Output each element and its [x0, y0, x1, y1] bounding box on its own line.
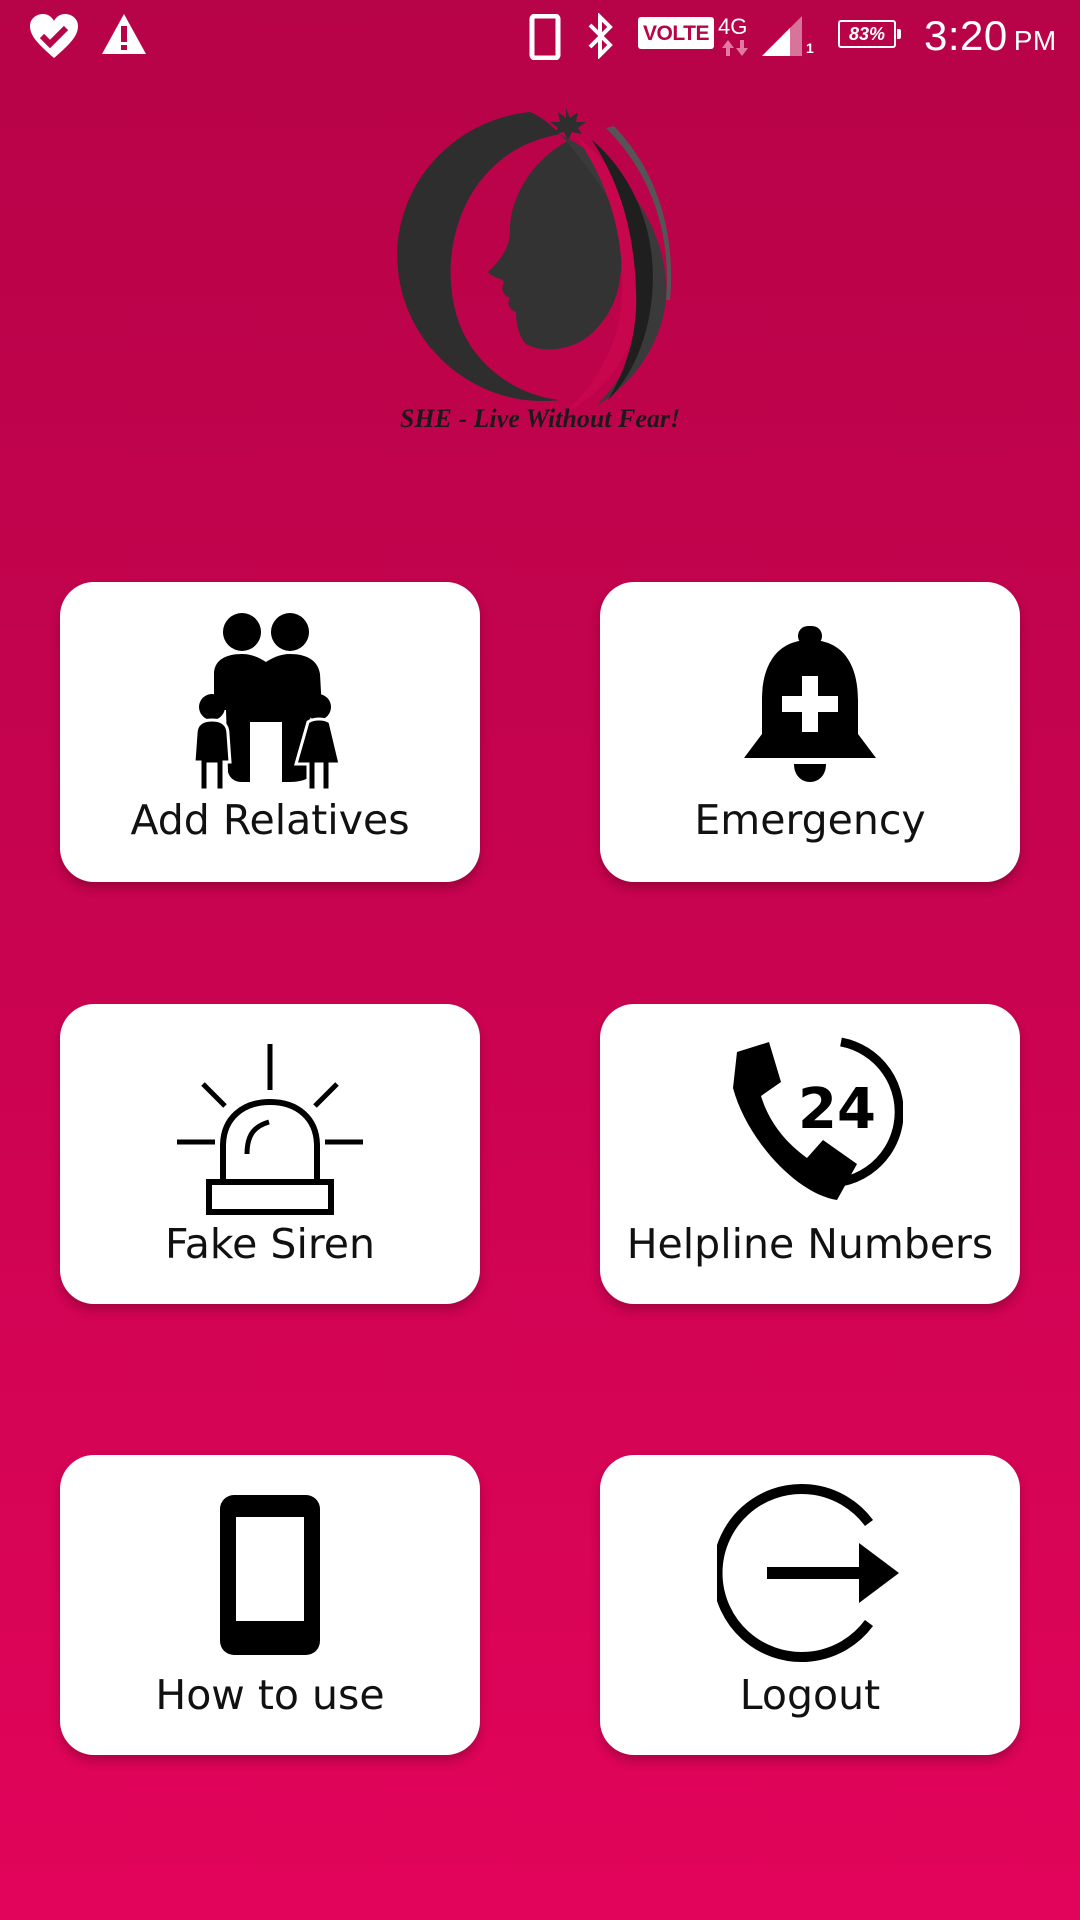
add-relatives-label: Add Relatives — [130, 796, 410, 844]
heart-check-icon — [28, 12, 80, 65]
emergency-bell-icon — [740, 626, 880, 793]
helpline-24-icon: 24 — [717, 1032, 904, 1217]
emergency-label: Emergency — [694, 796, 926, 844]
logout-button[interactable]: Logout — [600, 1455, 1020, 1755]
helpline-numbers-button[interactable]: 24 Helpline Numbers — [600, 1004, 1020, 1304]
emergency-button[interactable]: Emergency — [600, 582, 1020, 882]
app-tagline: SHE - Live Without Fear! — [399, 404, 681, 433]
logout-label: Logout — [739, 1671, 881, 1719]
add-relatives-button[interactable]: Add Relatives — [60, 582, 480, 882]
network-type: 4G — [718, 14, 748, 39]
family-icon — [190, 612, 350, 797]
clock-ampm: PM — [1013, 25, 1057, 56]
data-arrows-icon — [720, 38, 750, 63]
signal-icon — [760, 14, 806, 63]
sim-slot: 1 — [806, 40, 814, 56]
svg-text:24: 24 — [798, 1077, 876, 1142]
battery-icon: 83% — [838, 20, 901, 48]
fake-siren-label: Fake Siren — [164, 1220, 376, 1268]
bluetooth-icon — [586, 12, 616, 64]
volte-badge: VOLTE — [638, 17, 714, 49]
fake-siren-button[interactable]: Fake Siren — [60, 1004, 480, 1304]
phone-device-icon — [529, 13, 561, 65]
clock: 3:20 PM — [924, 12, 1057, 60]
mobile-phone-icon — [216, 1491, 324, 1664]
logout-icon — [712, 1483, 903, 1668]
warning-icon — [100, 12, 148, 61]
status-bar: VOLTE 4G 1 83% 3:20 PM — [0, 0, 1080, 74]
how-to-use-label: How to use — [155, 1671, 385, 1719]
helpline-numbers-label: Helpline Numbers — [626, 1220, 994, 1268]
how-to-use-button[interactable]: How to use — [60, 1455, 480, 1755]
siren-icon — [175, 1042, 365, 1223]
clock-time: 3:20 — [924, 12, 1008, 59]
app-logo — [370, 100, 710, 440]
